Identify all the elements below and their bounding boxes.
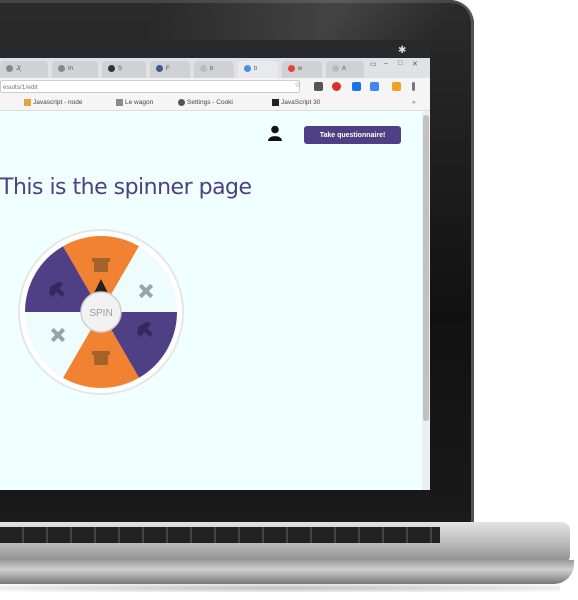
browser-tab[interactable]: S bbox=[102, 61, 146, 78]
more-bookmarks-icon[interactable]: » bbox=[412, 97, 416, 109]
browser-tab[interactable]: J( bbox=[0, 61, 48, 78]
slack-icon[interactable]: ✱ bbox=[398, 45, 406, 57]
gift-icon bbox=[92, 351, 110, 365]
os-top-bar: ✱ bbox=[0, 44, 430, 58]
bookmark-label: JavaScript 30 bbox=[281, 99, 321, 106]
bookmark-item[interactable]: Le wagon bbox=[116, 97, 153, 109]
address-bar-row: esults/1/edit ☆ bbox=[0, 78, 430, 96]
tab-favicon-icon bbox=[6, 64, 13, 72]
tab-favicon-icon bbox=[288, 64, 295, 72]
gear-icon bbox=[178, 98, 185, 106]
bookmark-favicon-icon bbox=[24, 98, 31, 106]
browser-tab[interactable]: b bbox=[238, 61, 278, 78]
bookmark-label: Le wagon bbox=[125, 99, 154, 106]
spinner-wheel[interactable]: SPIN bbox=[18, 229, 184, 395]
tab-label: A bbox=[342, 66, 347, 72]
page-content: Take questionnaire! This is the spinner … bbox=[0, 111, 430, 490]
close-window-button[interactable]: ✕ bbox=[412, 60, 418, 68]
bookmark-item[interactable]: Settings - Cooki bbox=[178, 97, 233, 109]
browser-tab[interactable]: A bbox=[326, 61, 364, 78]
keyboard bbox=[0, 527, 440, 543]
tab-favicon-icon bbox=[244, 64, 251, 72]
webcam bbox=[218, 18, 224, 24]
folder-icon bbox=[116, 98, 123, 106]
lid-reflection bbox=[140, 0, 460, 40]
take-questionnaire-button[interactable]: Take questionnaire! bbox=[304, 126, 401, 144]
page-scrollbar[interactable] bbox=[422, 111, 430, 490]
bookmark-label: Javascript - node bbox=[33, 99, 83, 106]
maximize-button[interactable]: □ bbox=[398, 60, 402, 67]
minimize-button[interactable]: – bbox=[384, 60, 388, 67]
laptop-base-front bbox=[0, 560, 574, 584]
browser-tab[interactable]: F bbox=[150, 61, 190, 78]
bookmark-star-icon[interactable]: ☆ bbox=[294, 80, 301, 89]
laptop-screen: ✱ J( In S F b b w A ▭ – □ ✕ esults/1/edi… bbox=[0, 44, 430, 490]
tab-label: b bbox=[210, 66, 214, 72]
tab-label: J( bbox=[16, 66, 21, 72]
browser-tab[interactable]: w bbox=[282, 61, 322, 78]
browser-tab-strip: J( In S F b b w A ▭ – □ ✕ bbox=[0, 58, 430, 78]
bookmark-item[interactable]: JavaScript 30 bbox=[272, 97, 320, 109]
tab-favicon-icon bbox=[156, 64, 163, 72]
gift-icon bbox=[92, 258, 110, 272]
browser-tab[interactable]: b bbox=[194, 61, 234, 78]
browser-menu-icon[interactable] bbox=[412, 82, 415, 91]
tab-favicon-icon bbox=[200, 64, 207, 72]
tab-label: In bbox=[68, 66, 74, 72]
bookmarks-bar: Javascript - node Le wagon Settings - Co… bbox=[0, 96, 430, 111]
user-icon[interactable] bbox=[268, 125, 282, 141]
bookmark-item[interactable]: Javascript - node bbox=[24, 97, 83, 109]
tab-label: F bbox=[166, 66, 170, 72]
adblock-extension-icon[interactable] bbox=[332, 82, 341, 91]
tab-label: b bbox=[254, 66, 258, 72]
url-input[interactable]: esults/1/edit bbox=[0, 80, 300, 93]
tab-label: S bbox=[118, 66, 123, 72]
tab-favicon-icon bbox=[332, 64, 339, 72]
translate-extension-icon[interactable] bbox=[370, 82, 379, 91]
tab-favicon-icon bbox=[108, 64, 115, 72]
extension-icon[interactable] bbox=[352, 82, 361, 91]
browser-tab[interactable]: In bbox=[52, 61, 98, 78]
scrollbar-thumb[interactable] bbox=[423, 115, 429, 421]
bookmark-label: Settings - Cooki bbox=[187, 99, 233, 106]
tab-favicon-icon bbox=[58, 64, 65, 72]
new-tab-button[interactable]: ▭ bbox=[370, 60, 377, 68]
pocket-extension-icon[interactable] bbox=[314, 82, 323, 91]
extension-icon[interactable] bbox=[392, 82, 401, 91]
bookmark-favicon-icon bbox=[272, 98, 279, 106]
page-title: This is the spinner page bbox=[0, 175, 252, 200]
tab-label: w bbox=[298, 66, 303, 72]
laptop-shadow bbox=[0, 584, 560, 592]
spin-label: SPIN bbox=[89, 308, 112, 319]
